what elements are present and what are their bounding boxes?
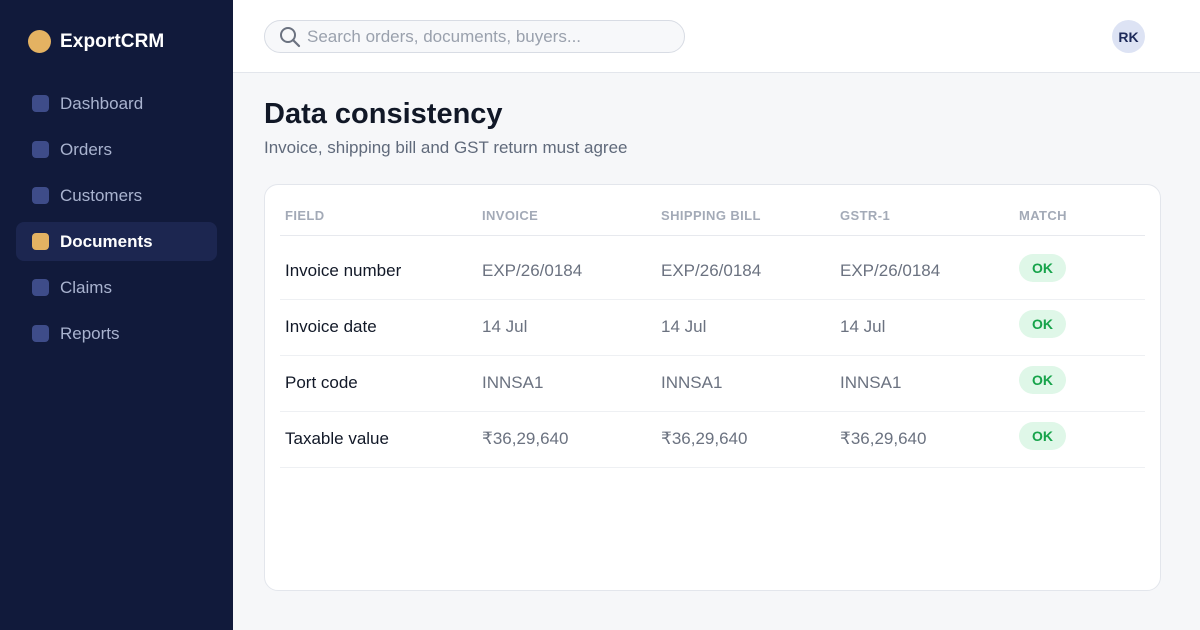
cell-field: Taxable value <box>280 411 477 468</box>
table-row: Taxable value ₹36,29,640 ₹36,29,640 ₹36,… <box>280 411 1145 468</box>
match-badge: OK <box>1019 254 1066 282</box>
header-shipping-bill: SHIPPING BILL <box>656 197 835 236</box>
claims-icon <box>32 279 49 296</box>
cell-gstr1: INNSA1 <box>835 355 1014 412</box>
sidebar-item-orders[interactable]: Orders <box>16 130 217 169</box>
consistency-card: FIELD INVOICE SHIPPING BILL GSTR-1 MATCH… <box>264 184 1161 591</box>
table-row: Port code INNSA1 INNSA1 INNSA1 OK <box>280 355 1145 412</box>
sidebar-item-reports[interactable]: Reports <box>16 314 217 353</box>
cell-shipping-bill: INNSA1 <box>656 355 835 412</box>
table-row: Invoice number EXP/26/0184 EXP/26/0184 E… <box>280 235 1145 300</box>
cell-field: Invoice date <box>280 299 477 356</box>
reports-icon <box>32 325 49 342</box>
sidebar-item-customers[interactable]: Customers <box>16 176 217 215</box>
table-header-row: FIELD INVOICE SHIPPING BILL GSTR-1 MATCH <box>280 197 1145 236</box>
match-badge: OK <box>1019 422 1066 450</box>
cell-field: Invoice number <box>280 235 477 300</box>
brand-logo-icon <box>28 30 51 53</box>
sidebar-item-label: Documents <box>60 231 153 251</box>
cell-gstr1: EXP/26/0184 <box>835 235 1014 300</box>
cell-match: OK <box>1014 299 1145 356</box>
sidebar-item-claims[interactable]: Claims <box>16 268 217 307</box>
sidebar-item-dashboard[interactable]: Dashboard <box>16 84 217 123</box>
cell-shipping-bill: EXP/26/0184 <box>656 235 835 300</box>
search-box[interactable] <box>264 20 685 53</box>
page-subtitle: Invoice, shipping bill and GST return mu… <box>264 138 628 157</box>
cell-gstr1: 14 Jul <box>835 299 1014 356</box>
customers-icon <box>32 187 49 204</box>
sidebar-item-documents[interactable]: Documents <box>16 222 217 261</box>
search-icon <box>280 26 301 47</box>
header-invoice: INVOICE <box>477 197 656 236</box>
table-row: Invoice date 14 Jul 14 Jul 14 Jul OK <box>280 299 1145 356</box>
cell-invoice: EXP/26/0184 <box>477 235 656 300</box>
topbar: RK <box>233 0 1200 73</box>
match-badge: OK <box>1019 310 1066 338</box>
cell-invoice: ₹36,29,640 <box>477 411 656 468</box>
search-input[interactable] <box>307 26 667 47</box>
sidebar-item-label: Customers <box>60 185 143 205</box>
dashboard-icon <box>32 95 49 112</box>
cell-match: OK <box>1014 411 1145 468</box>
sidebar-nav: Dashboard Orders Customers Documents Cla… <box>16 84 217 360</box>
cell-match: OK <box>1014 235 1145 300</box>
header-gstr1: GSTR-1 <box>835 197 1014 236</box>
header-field: FIELD <box>280 197 477 236</box>
cell-shipping-bill: 14 Jul <box>656 299 835 356</box>
cell-field: Port code <box>280 355 477 412</box>
header-match: MATCH <box>1014 197 1145 236</box>
sidebar-item-label: Reports <box>60 323 120 343</box>
cell-match: OK <box>1014 355 1145 412</box>
brand-name: ExportCRM <box>60 30 165 52</box>
orders-icon <box>32 141 49 158</box>
documents-icon <box>32 233 49 250</box>
avatar[interactable]: RK <box>1112 20 1145 53</box>
sidebar-item-label: Orders <box>60 139 112 159</box>
sidebar-item-label: Dashboard <box>60 93 144 113</box>
cell-invoice: 14 Jul <box>477 299 656 356</box>
sidebar: ExportCRM Dashboard Orders Customers Doc… <box>0 0 233 630</box>
match-badge: OK <box>1019 366 1066 394</box>
consistency-table: FIELD INVOICE SHIPPING BILL GSTR-1 MATCH… <box>280 197 1145 468</box>
page-title: Data consistency <box>264 98 503 130</box>
brand[interactable]: ExportCRM <box>28 30 164 53</box>
sidebar-item-label: Claims <box>60 277 112 297</box>
cell-invoice: INNSA1 <box>477 355 656 412</box>
cell-gstr1: ₹36,29,640 <box>835 411 1014 468</box>
cell-shipping-bill: ₹36,29,640 <box>656 411 835 468</box>
